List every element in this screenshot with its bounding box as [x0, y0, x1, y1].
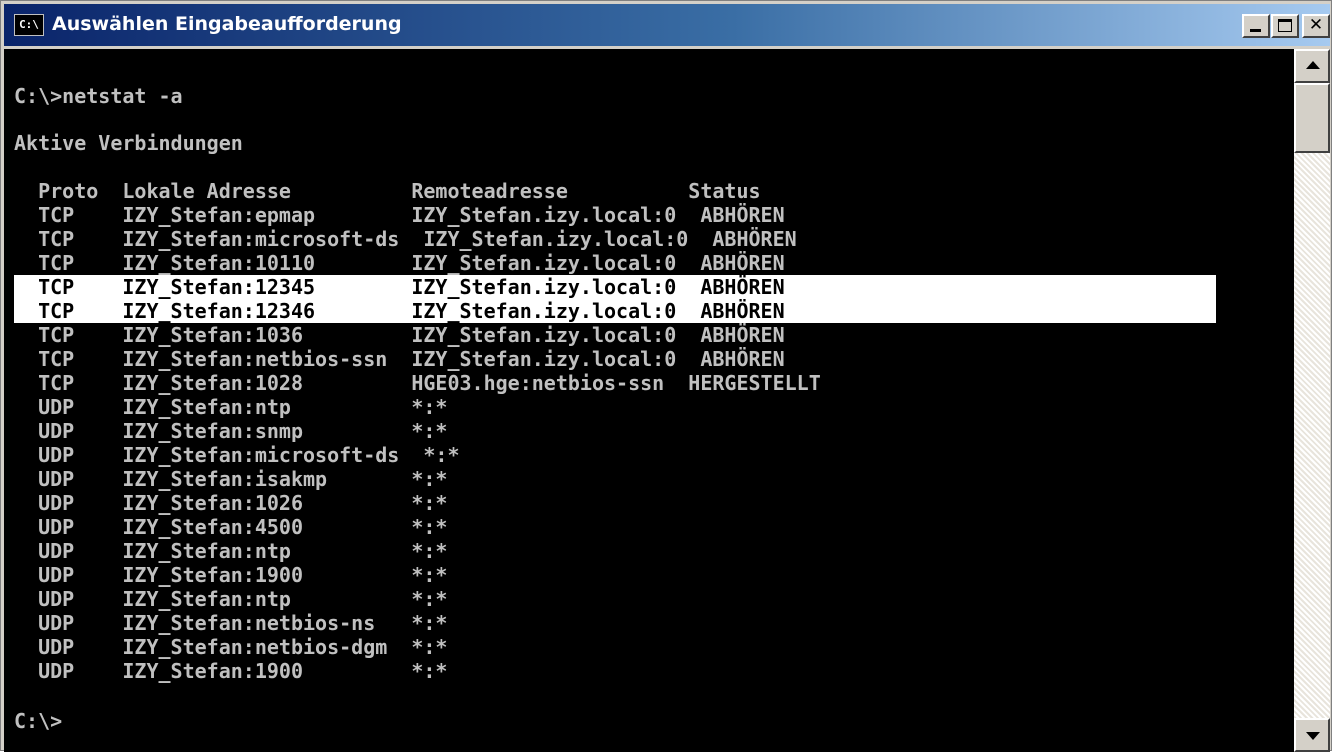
- maximize-icon: [1278, 19, 1292, 32]
- console-window: C:\ Auswählen Eingabeaufforderung ✕ C:\>…: [0, 0, 1332, 752]
- scroll-thumb[interactable]: [1294, 83, 1330, 153]
- connection-row: UDP IZY_Stefan:ntp *:*: [14, 587, 448, 611]
- connection-row: UDP IZY_Stefan:ntp *:*: [14, 395, 448, 419]
- scroll-up-button[interactable]: [1294, 49, 1330, 83]
- connection-row: TCP IZY_Stefan:netbios-ssn IZY_Stefan.iz…: [14, 347, 785, 371]
- column-header: Proto Lokale Adresse Remoteadresse Statu…: [14, 179, 761, 203]
- minimize-button[interactable]: [1242, 14, 1270, 38]
- connection-row: UDP IZY_Stefan:1900 *:*: [14, 659, 448, 683]
- connection-row: UDP IZY_Stefan:snmp *:*: [14, 419, 448, 443]
- connection-row: UDP IZY_Stefan:netbios-ns *:*: [14, 611, 448, 635]
- connection-row: TCP IZY_Stefan:10110 IZY_Stefan.izy.loca…: [14, 251, 785, 275]
- maximize-button[interactable]: [1271, 14, 1299, 38]
- connection-row: UDP IZY_Stefan:microsoft-ds *:*: [14, 443, 460, 467]
- close-icon: ✕: [1308, 15, 1324, 35]
- connection-row: TCP IZY_Stefan:1036 IZY_Stefan.izy.local…: [14, 323, 785, 347]
- arrow-up-icon: [1306, 61, 1320, 69]
- connection-row: UDP IZY_Stefan:netbios-dgm *:*: [14, 635, 448, 659]
- command-line: C:\>netstat -a: [14, 84, 183, 108]
- connection-row: UDP IZY_Stefan:isakmp *:*: [14, 467, 448, 491]
- connection-row: UDP IZY_Stefan:1900 *:*: [14, 563, 448, 587]
- vertical-scrollbar[interactable]: [1294, 49, 1330, 752]
- connection-row: UDP IZY_Stefan:ntp *:*: [14, 539, 448, 563]
- connection-row: UDP IZY_Stefan:4500 *:*: [14, 515, 448, 539]
- final-prompt[interactable]: C:\>: [14, 709, 62, 733]
- connection-row: TCP IZY_Stefan:1028 HGE03.hge:netbios-ss…: [14, 371, 821, 395]
- connection-row: TCP IZY_Stefan:epmap IZY_Stefan.izy.loca…: [14, 203, 785, 227]
- console-output[interactable]: C:\>netstat -a Aktive Verbindungen Proto…: [4, 49, 1294, 752]
- scroll-down-button[interactable]: [1294, 718, 1330, 752]
- minimize-icon: [1250, 29, 1261, 32]
- title-bar[interactable]: C:\ Auswählen Eingabeaufforderung ✕: [4, 4, 1330, 46]
- section-title: Aktive Verbindungen: [14, 131, 243, 155]
- command-prompt-icon[interactable]: C:\: [14, 14, 44, 36]
- connection-row: TCP IZY_Stefan:microsoft-ds IZY_Stefan.i…: [14, 227, 797, 251]
- connection-row: TCP IZY_Stefan:12345 IZY_Stefan.izy.loca…: [14, 275, 1216, 299]
- connection-row: TCP IZY_Stefan:12346 IZY_Stefan.izy.loca…: [14, 299, 1216, 323]
- window-title: Auswählen Eingabeaufforderung: [52, 13, 402, 35]
- arrow-down-icon: [1306, 732, 1320, 740]
- close-button[interactable]: ✕: [1302, 14, 1330, 38]
- connection-row: UDP IZY_Stefan:1026 *:*: [14, 491, 448, 515]
